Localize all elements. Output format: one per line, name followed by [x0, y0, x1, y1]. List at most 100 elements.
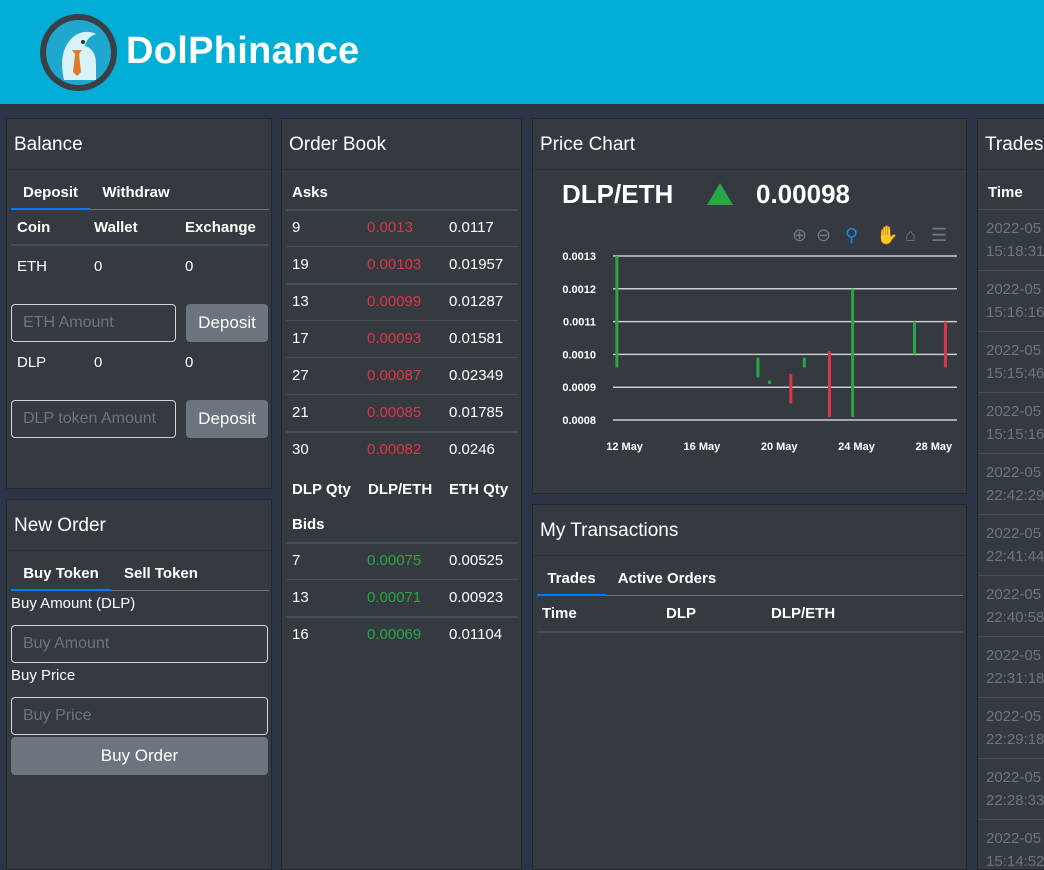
tab-withdraw[interactable]: Withdraw [90, 173, 182, 210]
asks-row[interactable]: 30 0.00082 0.0246 [282, 431, 523, 468]
candle-up [615, 256, 619, 368]
trade-row[interactable]: 2022-05 15:15:46 [978, 331, 1044, 391]
y-tick-label: 0.0008 [562, 415, 596, 427]
asks-qty: 9 [292, 219, 301, 236]
candle-down [789, 374, 793, 404]
bids-list: 7 0.00075 0.00525 13 0.00071 0.00923 16 0.00069… [282, 542, 523, 653]
x-tick-label: 28 May [915, 441, 953, 453]
buy-price-input[interactable] [11, 697, 268, 735]
navbar: DolPhinance [0, 0, 1044, 104]
tab-sell-token[interactable]: Sell Token [111, 554, 211, 591]
y-tick-label: 0.0013 [562, 251, 596, 263]
pair-label: DLP/ETH [562, 179, 674, 209]
candle-up [851, 288, 855, 417]
asks-row[interactable]: 21 0.00085 0.01785 [282, 394, 523, 431]
trade-time: 15:18:31 [986, 243, 1044, 260]
trade-time: 15:15:16 [986, 426, 1044, 443]
bids-price: 0.00071 [367, 589, 422, 606]
bids-price: 0.00069 [367, 626, 422, 643]
trade-row[interactable]: 2022-05 22:42:29 [978, 453, 1044, 513]
bids-qty: 7 [292, 552, 301, 569]
order-book-title: Order Book [282, 119, 521, 170]
trade-row[interactable]: 2022-05 22:31:18 [978, 636, 1044, 696]
bids-qty: 13 [292, 589, 309, 606]
trade-row[interactable]: 2022-05 15:18:31 [978, 209, 1044, 269]
buy-amount-input[interactable] [11, 625, 268, 663]
asks-eth: 0.01957 [449, 256, 504, 273]
trades-list: 2022-05 15:18:31 2022-05 15:16:16 2022-05 15:… [978, 209, 1044, 870]
col-dlp: DLP [666, 605, 696, 622]
asks-price: 0.00082 [367, 441, 422, 458]
dlp-deposit-button[interactable]: Deposit [186, 400, 268, 438]
asks-row[interactable]: 27 0.00087 0.02349 [282, 357, 523, 394]
dolphin-logo-inner [46, 20, 111, 85]
trade-date: 2022-05 [986, 281, 1042, 298]
trade-row[interactable]: 2022-05 15:14:52 [978, 819, 1044, 870]
asks-row[interactable]: 19 0.00103 0.01957 [282, 246, 523, 283]
buy-order-button[interactable]: Buy Order [11, 737, 268, 775]
y-tick-label: 0.0010 [562, 349, 596, 361]
trade-row[interactable]: 2022-05 22:41:44 [978, 514, 1044, 574]
trades-title: Trades [978, 119, 1044, 170]
app-title[interactable]: DolPhinance [126, 30, 359, 73]
my-transactions-title: My Transactions [533, 505, 966, 556]
divider [11, 244, 269, 246]
asks-qty: 17 [292, 330, 309, 347]
trade-row[interactable]: 2022-05 15:16:16 [978, 270, 1044, 330]
bids-row[interactable]: 16 0.00069 0.01104 [282, 616, 523, 653]
asks-row[interactable]: 17 0.00093 0.01581 [282, 320, 523, 357]
asks-qty: 27 [292, 367, 309, 384]
x-tick-label: 12 May [606, 441, 644, 453]
trade-date: 2022-05 [986, 403, 1042, 420]
x-tick-label: 20 May [761, 441, 799, 453]
trade-time: 22:42:29 [986, 487, 1044, 504]
dolphin-logo[interactable] [40, 14, 117, 91]
asks-eth: 0.0117 [449, 219, 494, 236]
asks-row[interactable]: 9 0.0013 0.0117 [282, 209, 523, 246]
tab-buy-token[interactable]: Buy Token [11, 554, 111, 591]
trade-row[interactable]: 2022-05 15:15:16 [978, 392, 1044, 452]
trade-date: 2022-05 [986, 708, 1042, 725]
col-trade-time: Time [988, 184, 1023, 201]
my-transactions-card: My Transactions Trades Active Orders Tim… [532, 504, 967, 870]
col-dlp-eth: DLP/ETH [368, 481, 433, 498]
y-tick-label: 0.0011 [563, 317, 596, 329]
new-order-card: New Order Buy Token Sell Token Buy Amoun… [6, 499, 272, 870]
trade-row[interactable]: 2022-05 22:29:18 [978, 697, 1044, 757]
asks-eth: 0.0246 [449, 441, 495, 458]
last-price: 0.00098 [756, 179, 850, 209]
bids-eth: 0.00525 [449, 552, 504, 569]
asks-qty: 19 [292, 256, 309, 273]
tab-trades[interactable]: Trades [537, 559, 606, 596]
candle-up [802, 357, 806, 368]
col-exchange: Exchange [185, 219, 256, 236]
asks-row[interactable]: 13 0.00099 0.01287 [282, 283, 523, 320]
trades-card: Trades Time 2022-05 15:18:31 2022-05 15:16:… [977, 118, 1044, 870]
tab-active-orders[interactable]: Active Orders [606, 559, 728, 596]
trade-time: 15:14:52 [986, 853, 1044, 870]
price-chart-title: Price Chart [533, 119, 966, 170]
trade-row[interactable]: 2022-05 22:28:33 [978, 758, 1044, 818]
trade-row[interactable]: 2022-05 22:40:58 [978, 575, 1044, 635]
candle-down [827, 351, 831, 417]
tab-deposit[interactable]: Deposit [11, 173, 90, 210]
bids-row[interactable]: 13 0.00071 0.00923 [282, 579, 523, 616]
asks-price: 0.00099 [367, 293, 422, 310]
col-wallet: Wallet [94, 219, 138, 236]
trade-date: 2022-05 [986, 342, 1042, 359]
asks-eth: 0.02349 [449, 367, 504, 384]
trade-date: 2022-05 [986, 586, 1042, 603]
eth-deposit-button[interactable]: Deposit [186, 304, 268, 342]
candlestick-chart[interactable]: 0.0008 0.0009 0.0010 0.0011 0.0012 0.0013 12 M… [533, 239, 968, 459]
dlp-amount-input[interactable] [11, 400, 176, 438]
trade-time: 15:15:46 [986, 365, 1044, 382]
eth-amount-input[interactable] [11, 304, 176, 342]
asks-qty: 30 [292, 441, 309, 458]
dlp-exchange: 0 [185, 354, 194, 371]
trade-time: 22:28:33 [986, 792, 1044, 809]
col-eth-qty: ETH Qty [449, 481, 509, 498]
asks-label: Asks [292, 184, 328, 201]
asks-price: 0.0013 [367, 219, 413, 236]
bids-row[interactable]: 7 0.00075 0.00525 [282, 542, 523, 579]
col-coin: Coin [17, 219, 51, 236]
